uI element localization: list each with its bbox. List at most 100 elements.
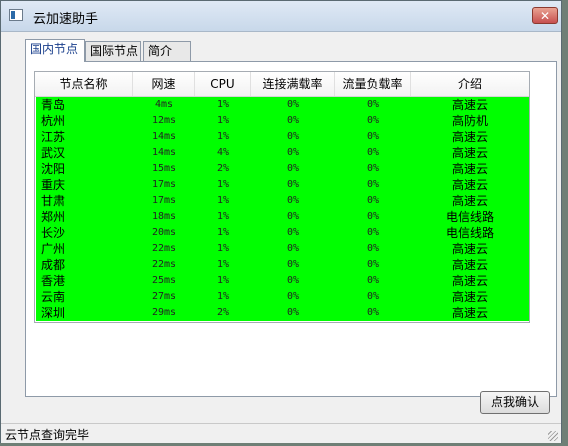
cell-connection-load: 0%: [286, 179, 300, 190]
close-icon: ✕: [539, 9, 551, 23]
cell-description: 高速云: [451, 130, 488, 144]
close-button[interactable]: ✕: [532, 7, 558, 24]
cell-cpu: 1%: [216, 243, 230, 254]
cell-node-name: 甘肃: [41, 194, 66, 208]
cell-traffic-load: 0%: [366, 195, 380, 206]
cell-cpu: 2%: [216, 163, 230, 174]
cell-cpu: 1%: [216, 275, 230, 286]
column-header-connection-load[interactable]: 连接满载率: [251, 72, 335, 96]
column-header-node-name[interactable]: 节点名称: [35, 72, 133, 96]
cell-speed: 14ms: [151, 131, 177, 142]
cell-description: 高速云: [451, 242, 488, 256]
status-bar: 云节点查询完毕: [1, 423, 561, 443]
app-window-icon: [9, 9, 23, 21]
cell-speed: 18ms: [151, 211, 177, 222]
table-row[interactable]: 重庆 17ms 1% 0% 0% 高速云: [36, 177, 529, 193]
cell-description: 高速云: [451, 306, 488, 320]
cell-connection-load: 0%: [286, 115, 300, 126]
cell-speed: 22ms: [151, 259, 177, 270]
cell-description: 高速云: [451, 146, 488, 160]
cell-node-name: 深圳: [41, 306, 66, 320]
tab-panel: 节点名称 网速 CPU 连接满载率 流量负载率 介绍 青岛 4ms 1% 0% 0% 高速…: [25, 61, 557, 397]
column-header-cpu[interactable]: CPU: [195, 72, 251, 96]
cell-cpu: 1%: [216, 115, 230, 126]
table-row[interactable]: 沈阳 15ms 2% 0% 0% 高速云: [36, 161, 529, 177]
table-row[interactable]: 江苏 14ms 1% 0% 0% 高速云: [36, 129, 529, 145]
cell-traffic-load: 0%: [366, 99, 380, 110]
cell-node-name: 沈阳: [41, 162, 66, 176]
cell-speed: 14ms: [151, 147, 177, 158]
table-row[interactable]: 云南 27ms 1% 0% 0% 高速云: [36, 289, 529, 305]
cell-node-name: 武汉: [41, 146, 66, 160]
cell-traffic-load: 0%: [366, 291, 380, 302]
cell-speed: 17ms: [151, 179, 177, 190]
column-header-description[interactable]: 介绍: [411, 72, 529, 96]
table-row[interactable]: 广州 22ms 1% 0% 0% 高速云: [36, 241, 529, 257]
cell-speed: 12ms: [151, 115, 177, 126]
cell-description: 高速云: [451, 98, 488, 112]
tab-international-nodes[interactable]: 国际节点: [85, 41, 141, 61]
cell-connection-load: 0%: [286, 227, 300, 238]
resize-grip-icon[interactable]: [548, 431, 558, 441]
cell-cpu: 1%: [216, 211, 230, 222]
table-row[interactable]: 深圳 29ms 2% 0% 0% 高速云: [36, 305, 529, 321]
list-body: 青岛 4ms 1% 0% 0% 高速云 杭州 12ms 1% 0% 0% 高防机 江苏 14ms 1% 0% 0…: [36, 97, 529, 321]
status-text: 云节点查询完毕: [5, 428, 90, 442]
table-row[interactable]: 香港 25ms 1% 0% 0% 高速云: [36, 273, 529, 289]
table-row[interactable]: 成都 22ms 1% 0% 0% 高速云: [36, 257, 529, 273]
tab-intro[interactable]: 简介: [143, 41, 191, 61]
cell-traffic-load: 0%: [366, 147, 380, 158]
cell-cpu: 4%: [216, 147, 230, 158]
cell-traffic-load: 0%: [366, 211, 380, 222]
cell-traffic-load: 0%: [366, 275, 380, 286]
title-bar[interactable]: 云加速助手 ✕: [1, 1, 561, 32]
cell-connection-load: 0%: [286, 163, 300, 174]
cell-node-name: 杭州: [41, 114, 66, 128]
cell-node-name: 广州: [41, 242, 66, 256]
cell-cpu: 2%: [216, 307, 230, 318]
cell-connection-load: 0%: [286, 147, 300, 158]
cell-description: 高速云: [451, 258, 488, 272]
cell-node-name: 香港: [41, 274, 66, 288]
cell-speed: 29ms: [151, 307, 177, 318]
confirm-button[interactable]: 点我确认: [480, 391, 550, 414]
cell-traffic-load: 0%: [366, 131, 380, 142]
cell-description: 电信线路: [445, 226, 494, 240]
cell-connection-load: 0%: [286, 259, 300, 270]
cell-cpu: 1%: [216, 131, 230, 142]
tab-domestic-nodes[interactable]: 国内节点: [25, 39, 85, 62]
node-list[interactable]: 节点名称 网速 CPU 连接满载率 流量负载率 介绍 青岛 4ms 1% 0% 0% 高速…: [34, 71, 530, 323]
cell-connection-load: 0%: [286, 275, 300, 286]
window-title: 云加速助手: [33, 12, 99, 27]
cell-traffic-load: 0%: [366, 227, 380, 238]
cell-description: 高防机: [451, 114, 488, 128]
cell-description: 高速云: [451, 162, 488, 176]
column-header-speed[interactable]: 网速: [133, 72, 195, 96]
cell-connection-load: 0%: [286, 211, 300, 222]
cell-cpu: 1%: [216, 195, 230, 206]
table-row[interactable]: 青岛 4ms 1% 0% 0% 高速云: [36, 97, 529, 113]
cell-description: 高速云: [451, 274, 488, 288]
cell-connection-load: 0%: [286, 243, 300, 254]
cell-connection-load: 0%: [286, 99, 300, 110]
cell-cpu: 1%: [216, 99, 230, 110]
table-row[interactable]: 武汉 14ms 4% 0% 0% 高速云: [36, 145, 529, 161]
cell-traffic-load: 0%: [366, 179, 380, 190]
cell-node-name: 郑州: [41, 210, 66, 224]
cell-traffic-load: 0%: [366, 307, 380, 318]
cell-speed: 22ms: [151, 243, 177, 254]
cell-cpu: 1%: [216, 179, 230, 190]
column-header-traffic-load[interactable]: 流量负载率: [335, 72, 411, 96]
table-row[interactable]: 杭州 12ms 1% 0% 0% 高防机: [36, 113, 529, 129]
cell-connection-load: 0%: [286, 291, 300, 302]
cell-traffic-load: 0%: [366, 163, 380, 174]
cell-connection-load: 0%: [286, 195, 300, 206]
table-row[interactable]: 甘肃 17ms 1% 0% 0% 高速云: [36, 193, 529, 209]
cell-node-name: 成都: [41, 258, 66, 272]
cell-node-name: 青岛: [41, 98, 66, 112]
cell-speed: 15ms: [151, 163, 177, 174]
cell-traffic-load: 0%: [366, 259, 380, 270]
cell-node-name: 重庆: [41, 178, 66, 192]
table-row[interactable]: 郑州 18ms 1% 0% 0% 电信线路: [36, 209, 529, 225]
table-row[interactable]: 长沙 20ms 1% 0% 0% 电信线路: [36, 225, 529, 241]
